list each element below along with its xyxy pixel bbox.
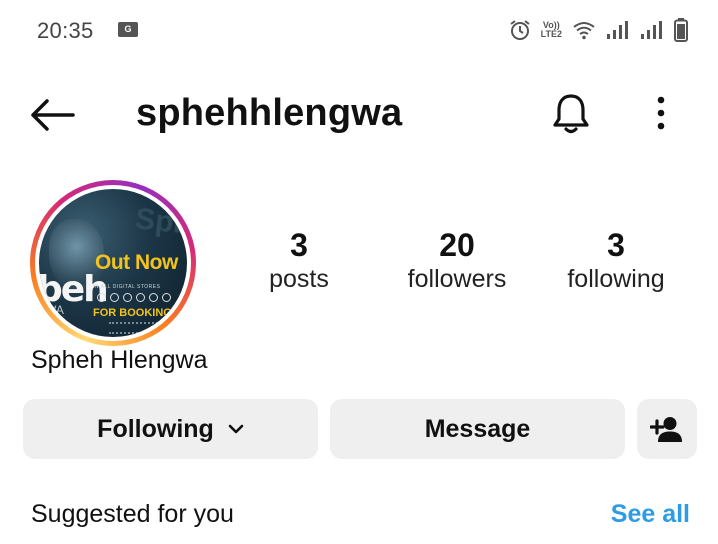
message-button-label: Message	[424, 414, 531, 443]
alarm-icon	[510, 20, 530, 40]
volte-icon: Vo)) LTE2	[540, 20, 562, 39]
message-button[interactable]: Message	[330, 399, 625, 459]
back-arrow-icon	[31, 99, 75, 131]
avatar[interactable]: Spheh beh WA Out Now IN ALL DIGITAL STOR…	[30, 180, 196, 346]
followers-count: 20	[439, 227, 475, 263]
following-label: following	[567, 265, 665, 293]
more-options-button[interactable]	[641, 90, 681, 136]
more-vertical-icon	[657, 96, 665, 130]
following-count: 3	[607, 227, 625, 263]
notifications-button[interactable]	[547, 88, 595, 138]
following-button-label: Following	[97, 414, 214, 443]
avatar-image: Spheh beh WA Out Now IN ALL DIGITAL STOR…	[39, 189, 187, 337]
posts-stat[interactable]: 3 posts	[262, 226, 336, 294]
status-time: 20:35	[37, 18, 94, 43]
gmail-icon: G	[118, 22, 138, 37]
display-name: Spheh Hlengwa	[31, 346, 208, 374]
see-all-link[interactable]: See all	[611, 500, 690, 529]
posts-label: posts	[269, 265, 329, 293]
signal-icon	[607, 21, 628, 39]
status-bar: 20:35 G Vo)) LTE2	[0, 0, 718, 62]
add-user-button[interactable]	[637, 399, 697, 459]
followers-stat[interactable]: 20 followers	[398, 226, 516, 294]
battery-icon	[674, 18, 688, 42]
back-button[interactable]	[28, 92, 76, 138]
status-icons: Vo)) LTE2	[509, 16, 688, 44]
followers-label: followers	[407, 265, 507, 293]
signal-icon	[641, 21, 662, 39]
bell-icon	[553, 94, 589, 134]
suggested-title: Suggested for you	[31, 500, 234, 528]
chevron-down-icon	[228, 424, 244, 434]
following-button[interactable]: Following	[23, 399, 318, 459]
add-person-icon	[650, 417, 682, 442]
following-stat[interactable]: 3 following	[558, 226, 674, 294]
posts-count: 3	[290, 227, 308, 263]
profile-username: sphehhlengwa	[136, 92, 403, 134]
wifi-icon	[573, 22, 595, 40]
